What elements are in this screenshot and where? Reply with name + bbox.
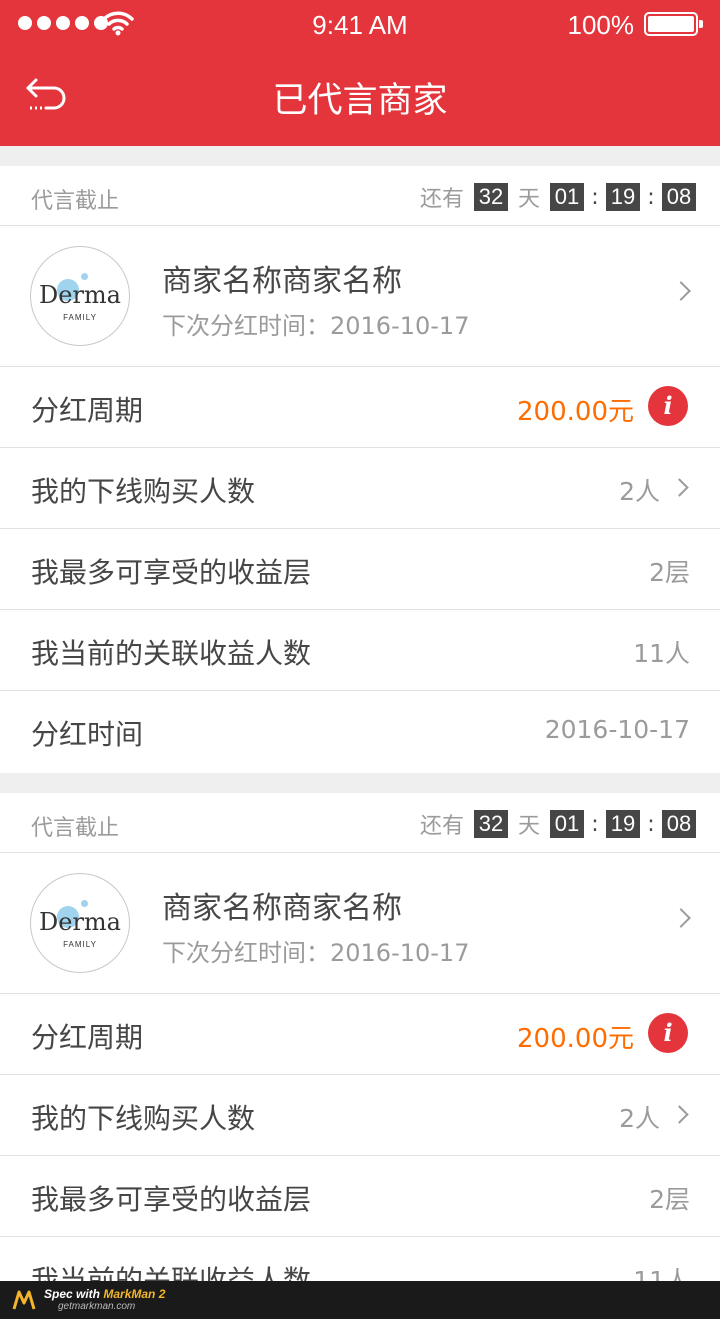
dividend-cycle-row: 分红周期 200.00元 i (0, 367, 720, 448)
row-label: 我最多可享受的收益层 (31, 1183, 312, 1216)
row-label: 我的下线购买人数 (31, 1102, 256, 1135)
dividend-cycle-row: 分红周期 200.00元 i (0, 994, 720, 1075)
merchant-card: 代言截止 还有 32 天 01 : 19 : 08 Derma FAMILY 商… (0, 793, 720, 1297)
row-value: 2层 (649, 558, 690, 587)
downline-buyers-row[interactable]: 我的下线购买人数 2人 (0, 448, 720, 529)
countdown-minutes: 19 (606, 183, 640, 211)
countdown: 还有 32 天 01 : 19 : 08 (416, 808, 696, 840)
deadline-label: 代言截止 (31, 189, 120, 214)
chevron-right-icon (670, 478, 689, 497)
chevron-right-icon (671, 281, 691, 301)
merchant-logo: Derma FAMILY (30, 246, 130, 346)
markman-logo-icon (12, 1290, 36, 1310)
countdown-days: 32 (473, 183, 508, 211)
countdown-minutes: 19 (606, 810, 640, 838)
merchant-card: 代言截止 还有 32 天 01 : 19 : 08 Derma FAMILY 商… (0, 166, 720, 773)
row-label: 我的下线购买人数 (31, 475, 256, 508)
merchant-name: 商家名称商家名称 (162, 891, 402, 926)
next-dividend-time: 下次分红时间：2016-10-17 (162, 939, 470, 967)
countdown-hours: 01 (550, 810, 584, 838)
info-icon[interactable]: i (648, 386, 688, 426)
row-value: 2人 (619, 477, 660, 506)
linked-earners-row: 我当前的关联收益人数 11人 (0, 610, 720, 691)
deadline-label: 代言截止 (31, 816, 120, 841)
row-value: 2人 (619, 1104, 660, 1133)
countdown-days: 32 (473, 810, 508, 838)
chevron-right-icon (671, 908, 691, 928)
remaining-label: 还有 (419, 814, 464, 839)
merchant-row[interactable]: Derma FAMILY 商家名称商家名称 下次分红时间：2016-10-17 (0, 226, 720, 367)
logo-word: Derma (39, 908, 121, 936)
battery-icon (644, 12, 703, 36)
row-value: 11人 (633, 639, 690, 668)
dividend-amount: 200.00元 (517, 1024, 634, 1054)
row-value: 2层 (649, 1185, 690, 1214)
merchant-logo: Derma FAMILY (30, 873, 130, 973)
countdown: 还有 32 天 01 : 19 : 08 (416, 181, 696, 213)
nav-bar: 已代言商家 (0, 48, 720, 146)
info-icon[interactable]: i (648, 1013, 688, 1053)
logo-sub: FAMILY (63, 940, 97, 949)
logo-sub: FAMILY (63, 313, 97, 322)
downline-buyers-row[interactable]: 我的下线购买人数 2人 (0, 1075, 720, 1156)
markman-url: getmarkman.com (58, 1301, 136, 1312)
deadline-row: 代言截止 还有 32 天 01 : 19 : 08 (0, 793, 720, 853)
day-unit: 天 (517, 187, 540, 212)
markman-spec-text: Spec with MarkMan 2 (44, 1287, 166, 1301)
merchant-row[interactable]: Derma FAMILY 商家名称商家名称 下次分红时间：2016-10-17 (0, 853, 720, 994)
countdown-seconds: 08 (662, 810, 696, 838)
markman-footer: Spec with MarkMan 2 getmarkman.com (0, 1281, 720, 1319)
row-value: 2016-10-17 (544, 715, 690, 744)
max-layer-row: 我最多可享受的收益层 2层 (0, 1156, 720, 1237)
deadline-row: 代言截止 还有 32 天 01 : 19 : 08 (0, 166, 720, 226)
status-bar: 9:41 AM 100% (0, 0, 720, 48)
dividend-time-row: 分红时间 2016-10-17 (0, 691, 720, 772)
header: 9:41 AM 100% 已代言商家 (0, 0, 720, 146)
page-title: 已代言商家 (272, 81, 448, 121)
merchant-name: 商家名称商家名称 (162, 264, 402, 299)
countdown-hours: 01 (550, 183, 584, 211)
remaining-label: 还有 (419, 187, 464, 212)
row-label: 我最多可享受的收益层 (31, 556, 312, 589)
row-label: 分红时间 (31, 718, 144, 751)
countdown-seconds: 08 (662, 183, 696, 211)
battery-percent: 100% (567, 10, 635, 40)
row-label: 分红周期 (31, 394, 144, 427)
dividend-amount: 200.00元 (517, 397, 634, 427)
chevron-right-icon (670, 1105, 689, 1124)
next-dividend-time: 下次分红时间：2016-10-17 (162, 312, 470, 340)
logo-word: Derma (39, 281, 121, 309)
max-layer-row: 我最多可享受的收益层 2层 (0, 529, 720, 610)
day-unit: 天 (517, 814, 540, 839)
row-label: 我当前的关联收益人数 (31, 637, 312, 670)
row-label: 分红周期 (31, 1021, 144, 1054)
